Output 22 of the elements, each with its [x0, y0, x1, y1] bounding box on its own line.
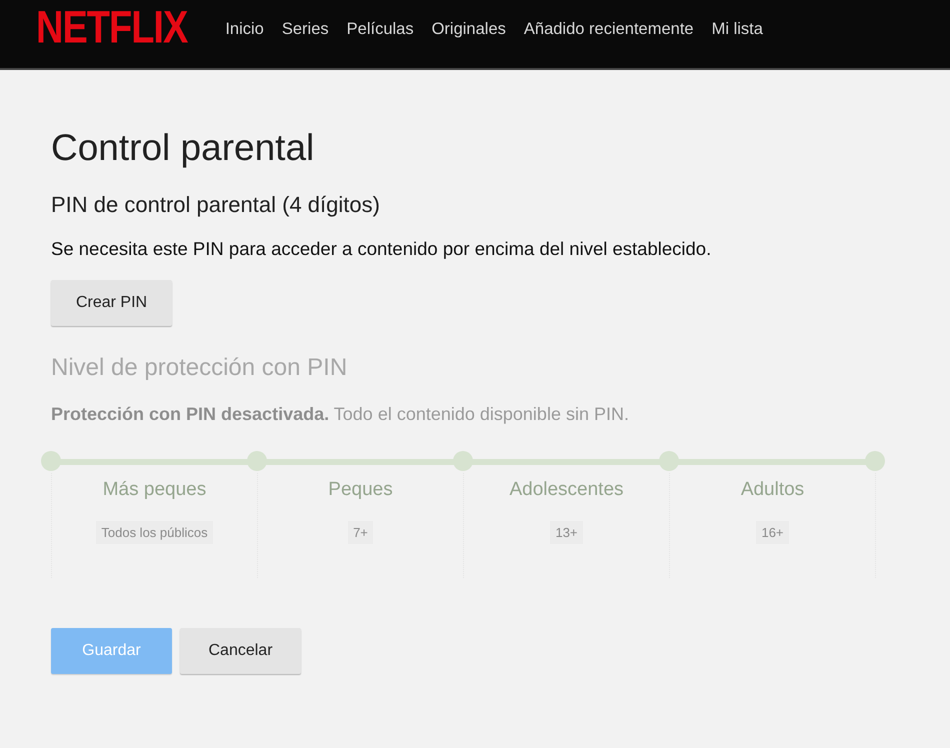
page-title: Control parental	[51, 126, 316, 170]
rating-tag: 16+	[756, 521, 789, 544]
nav-link[interactable]: Inicio	[225, 20, 264, 38]
rating-tag: 7+	[348, 521, 373, 544]
nav-link[interactable]: Añadido recientemente	[524, 20, 694, 38]
level-label: Adolescentes	[509, 479, 624, 501]
level-label: Peques	[328, 479, 393, 501]
nav-link[interactable]: Mi lista	[712, 20, 763, 38]
nav-link[interactable]: Películas	[346, 20, 414, 38]
logo[interactable]: NETFLIX	[36, 2, 188, 54]
rating-tag: Todos los públicos	[96, 521, 213, 544]
level-label: Más peques	[102, 479, 206, 501]
description: Se necesita este PIN para acceder a contenido por encima del nivel establecido.	[51, 238, 712, 260]
level-label: Adultos	[740, 479, 804, 501]
section-heading: PIN de control parental (4 dígitos)	[51, 192, 381, 218]
rating-tag: 13+	[550, 521, 583, 544]
nav-link[interactable]: Series	[282, 20, 329, 38]
section-heading: Nivel de protección con PIN	[51, 354, 348, 382]
create-pin-button[interactable]: Crear PIN	[51, 280, 172, 326]
nav-link[interactable]: Originales	[432, 20, 506, 38]
cancel-button[interactable]: Cancelar	[180, 628, 301, 674]
status-text: Protección con PIN desactivada. Todo el contenido disponible sin PIN.	[51, 404, 630, 425]
